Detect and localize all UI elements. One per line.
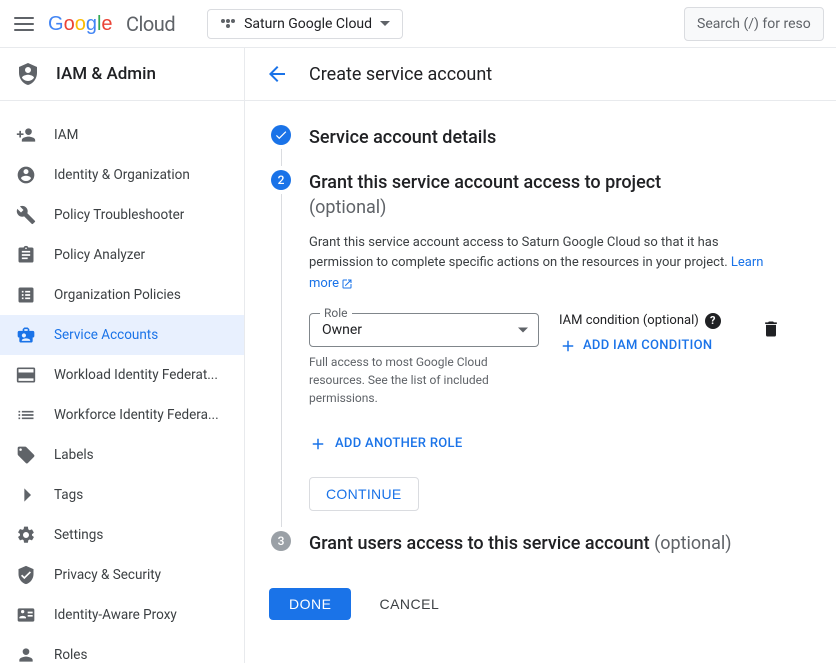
sidebar-item-label: Policy Troubleshooter — [54, 207, 184, 223]
sidebar-header: IAM & Admin — [0, 48, 244, 101]
sidebar-item-label: Roles — [54, 647, 87, 663]
bookmark-icon — [16, 485, 36, 505]
sidebar-item-label: Organization Policies — [54, 287, 181, 303]
people-add-icon — [16, 125, 36, 145]
project-selector[interactable]: Saturn Google Cloud — [207, 9, 403, 39]
role-select[interactable]: Role Owner — [309, 313, 539, 347]
sidebar-item-label: Privacy & Security — [54, 567, 161, 583]
step-1: Service account details — [269, 125, 781, 170]
sidebar-title: IAM & Admin — [56, 64, 156, 84]
sidebar-item-label: Tags — [54, 487, 83, 503]
person-circle-icon — [16, 165, 36, 185]
gear-icon — [16, 525, 36, 545]
sidebar-item-workload-identity-federat[interactable]: Workload Identity Federat... — [0, 355, 244, 395]
google-cloud-logo[interactable]: Google Cloud — [48, 12, 175, 36]
shield-check-icon — [16, 565, 36, 585]
sidebar-item-policy-troubleshooter[interactable]: Policy Troubleshooter — [0, 195, 244, 235]
list-icon — [16, 405, 36, 425]
external-link-icon — [341, 278, 353, 290]
sidebar-item-label: Labels — [54, 447, 94, 463]
done-button[interactable]: DONE — [269, 588, 351, 620]
sidebar-item-label: Service Accounts — [54, 327, 158, 343]
form-actions: DONE CANCEL — [245, 588, 836, 644]
help-icon[interactable]: ? — [705, 313, 721, 329]
role-select-label: Role — [320, 306, 352, 320]
content: Create service account Service account d… — [245, 48, 836, 663]
clipboard-icon — [16, 245, 36, 265]
role-select-value: Owner — [322, 322, 362, 338]
sidebar-item-policy-analyzer[interactable]: Policy Analyzer — [0, 235, 244, 275]
delete-role-icon[interactable] — [761, 319, 781, 339]
search-input[interactable]: Search (/) for reso — [684, 7, 824, 41]
sidebar-item-label: Policy Analyzer — [54, 247, 145, 263]
project-name: Saturn Google Cloud — [244, 16, 372, 32]
sidebar-item-organization-policies[interactable]: Organization Policies — [0, 275, 244, 315]
card-icon — [16, 365, 36, 385]
sidebar-item-label: Settings — [54, 527, 103, 543]
idcard-icon — [16, 605, 36, 625]
sidebar: IAM & Admin IAM Identity & Organization Po… — [0, 48, 245, 663]
plus-icon — [309, 435, 327, 453]
sidebar-item-workforce-identity-federa[interactable]: Workforce Identity Federa... — [0, 395, 244, 435]
role-help-text: Full access to most Google Cloud resourc… — [309, 353, 539, 407]
sidebar-item-roles[interactable]: Roles — [0, 635, 244, 663]
shield-icon — [16, 62, 40, 86]
step-2-number: 2 — [271, 170, 291, 190]
top-bar: Google Cloud Saturn Google Cloud Search … — [0, 0, 836, 48]
continue-button[interactable]: CONTINUE — [309, 477, 419, 511]
sidebar-item-label: Workload Identity Federat... — [54, 367, 218, 383]
step-3-number: 3 — [271, 531, 291, 551]
sidebar-item-identity-organization[interactable]: Identity & Organization — [0, 155, 244, 195]
tag-icon — [16, 445, 36, 465]
step-2-description: Grant this service account access to Sat… — [309, 233, 781, 295]
sidebar-item-label: IAM — [54, 127, 78, 143]
caret-down-icon — [518, 327, 528, 332]
sidebar-item-iam[interactable]: IAM — [0, 115, 244, 155]
plus-icon — [559, 337, 577, 355]
add-another-role-button[interactable]: ADD ANOTHER ROLE — [309, 435, 781, 453]
person-icon — [16, 645, 36, 663]
sidebar-item-labels[interactable]: Labels — [0, 435, 244, 475]
content-header: Create service account — [245, 48, 836, 101]
caret-down-icon — [380, 21, 390, 26]
sidebar-item-settings[interactable]: Settings — [0, 515, 244, 555]
condition-label: IAM condition (optional) ? — [559, 313, 741, 329]
sidebar-item-privacy-security[interactable]: Privacy & Security — [0, 555, 244, 595]
wrench-icon — [16, 205, 36, 225]
sidebar-item-label: Identity-Aware Proxy — [54, 607, 177, 623]
step-2-title: Grant this service account access to pro… — [309, 170, 781, 220]
sidebar-item-label: Identity & Organization — [54, 167, 190, 183]
step-3: 3 Grant users access to this service acc… — [269, 531, 781, 564]
step-3-title[interactable]: Grant users access to this service accou… — [309, 531, 781, 556]
add-iam-condition-button[interactable]: ADD IAM CONDITION — [559, 337, 741, 355]
project-dots-icon — [220, 16, 236, 32]
sidebar-item-identity-aware-proxy[interactable]: Identity-Aware Proxy — [0, 595, 244, 635]
page-title: Create service account — [309, 64, 492, 85]
cancel-button[interactable]: CANCEL — [367, 588, 451, 620]
menu-icon[interactable] — [12, 12, 36, 36]
badge-icon — [16, 325, 36, 345]
sidebar-item-service-accounts[interactable]: Service Accounts — [0, 315, 244, 355]
step-2: 2 Grant this service account access to p… — [269, 170, 781, 531]
step-1-title[interactable]: Service account details — [309, 125, 781, 150]
step-1-check-icon — [271, 125, 291, 145]
svg-text:Google: Google — [48, 13, 113, 35]
sidebar-item-label: Workforce Identity Federa... — [54, 407, 219, 423]
list-box-icon — [16, 285, 36, 305]
back-arrow-icon[interactable] — [265, 62, 289, 86]
sidebar-item-tags[interactable]: Tags — [0, 475, 244, 515]
logo-text: Cloud — [126, 12, 175, 36]
